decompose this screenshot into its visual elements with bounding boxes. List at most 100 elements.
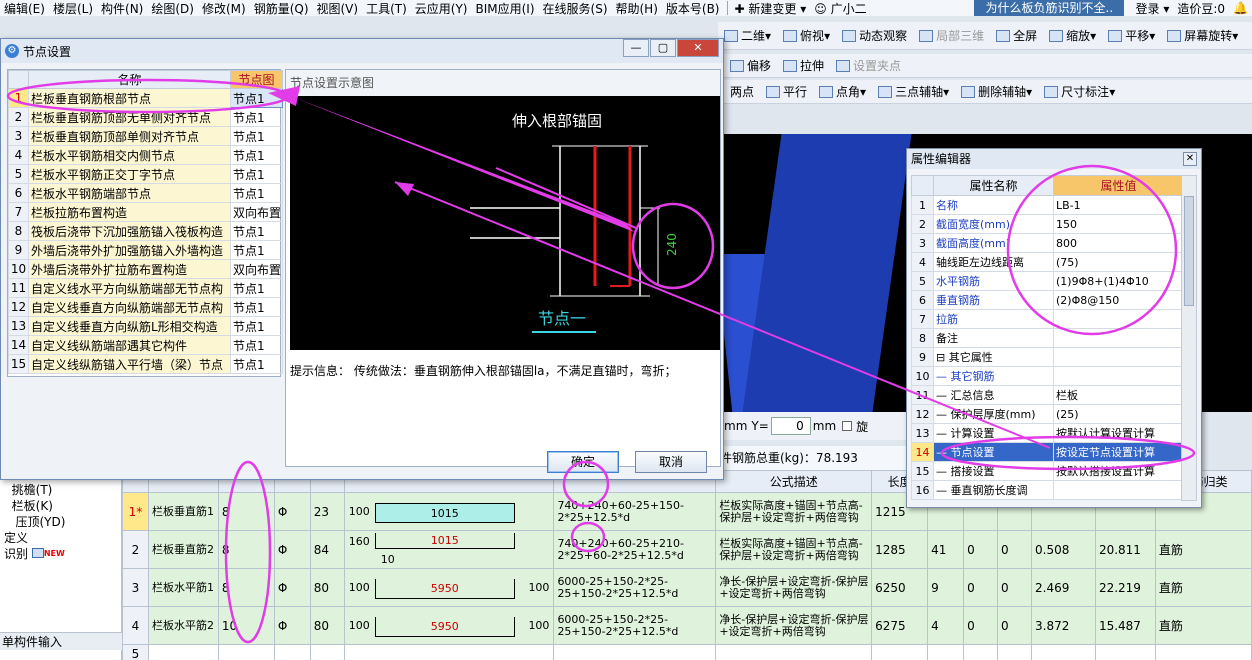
property-row[interactable]: 15— 搭接设置 按默认搭接设置计算 xyxy=(911,461,1184,481)
property-row-value[interactable]: LB-1 xyxy=(1053,195,1184,215)
node-row[interactable]: 8 筏板后浇带下沉加强筋锚入筏板构造 节点1 xyxy=(8,221,283,241)
grid-cell-grade[interactable]: Φ xyxy=(273,492,311,531)
property-row-value[interactable] xyxy=(1053,480,1184,500)
menu-rebar[interactable]: 钢筋量(Q) xyxy=(250,0,313,16)
grid-cell-category[interactable]: 直筋 xyxy=(1154,606,1252,645)
menu-help[interactable]: 帮助(H) xyxy=(612,0,662,16)
grid-cell-grade[interactable]: Φ xyxy=(273,606,311,645)
grid-cell-empty[interactable] xyxy=(927,644,965,660)
grid-cell-code[interactable]: 23 xyxy=(309,492,345,531)
node-row-value[interactable]: 节点1 xyxy=(230,335,283,355)
menu-tools[interactable]: 工具(T) xyxy=(362,0,411,16)
tree-item-eave[interactable]: 挑檐(T) xyxy=(0,482,121,498)
maximize-icon[interactable]: ▢ xyxy=(650,39,676,57)
menu-online[interactable]: 在线服务(S) xyxy=(539,0,612,16)
menu-modify[interactable]: 修改(M) xyxy=(198,0,250,16)
property-row-value[interactable]: 800 xyxy=(1053,233,1184,253)
grid-cell-empty[interactable] xyxy=(553,644,717,660)
property-row[interactable]: 1 名称 LB-1 xyxy=(911,195,1184,215)
question-box[interactable]: 为什么板负筋识别不全.. xyxy=(973,0,1124,16)
tool-2d[interactable]: 二维 ▾ xyxy=(718,27,777,44)
grid-cell-length[interactable]: 6275 xyxy=(871,606,929,645)
grid-cell-grade[interactable]: Φ xyxy=(273,530,311,569)
ok-button[interactable]: 确定 xyxy=(547,451,619,473)
menu-bim[interactable]: BIM应用(I) xyxy=(471,0,538,16)
menu-view[interactable]: 视图(V) xyxy=(313,0,363,16)
property-row-value[interactable] xyxy=(1053,328,1184,348)
grid-cell-empty[interactable] xyxy=(217,644,275,660)
bell-icon[interactable]: 🔔 xyxy=(1229,1,1252,15)
node-row[interactable]: 7 栏板拉筋布置构造 双向布置 xyxy=(8,202,283,222)
login-button[interactable]: 登录 ▾ xyxy=(1132,0,1174,16)
minimize-icon[interactable]: — xyxy=(623,39,649,57)
node-row[interactable]: 9 外墙后浇带外扩加强筋锚入外墙构造 节点1 xyxy=(8,240,283,260)
grid-cell-empty[interactable] xyxy=(1154,644,1252,660)
node-row[interactable]: 15 自定义线纵筋锚入平行墙（梁）节点 节点1 xyxy=(8,354,283,374)
grid-row-3[interactable]: 3 栏板水平筋1 8 Φ 80 100 5950 100 6000-25+150… xyxy=(122,568,1252,607)
node-row[interactable]: 10 外墙后浇带外扩拉筋布置构造 双向布置 xyxy=(8,259,283,279)
grid-cell-dia[interactable]: 8 xyxy=(217,492,275,531)
property-row[interactable]: 5 水平钢筋 (1)9Φ8+(1)4Φ10 xyxy=(911,271,1184,291)
grid-cell-name[interactable]: 栏板垂直筋1 xyxy=(147,492,219,531)
tool-grip[interactable]: 设置夹点 xyxy=(830,57,907,74)
tool-delete-axis[interactable]: 删除辅轴 ▾ xyxy=(955,83,1038,100)
tool-pan[interactable]: 平移 ▾ xyxy=(1102,27,1161,44)
property-row-value[interactable]: 按默认搭接设置计算 xyxy=(1053,461,1184,481)
property-row[interactable]: 4 轴线距左边线距离 (75) xyxy=(911,252,1184,272)
node-row-value[interactable]: 节点1 xyxy=(230,164,283,184)
grid-cell-empty[interactable] xyxy=(343,644,555,660)
cancel-button[interactable]: 取消 xyxy=(635,451,707,473)
property-row[interactable]: 6 垂直钢筋 (2)Φ8@150 xyxy=(911,290,1184,310)
node-row[interactable]: 11 自定义线水平方向纵筋端部无节点构 节点1 xyxy=(8,278,283,298)
node-row-value[interactable]: 节点1 xyxy=(230,316,283,336)
property-row[interactable]: 8 备注 xyxy=(911,328,1184,348)
grid-cell-dia[interactable]: 10 xyxy=(217,606,275,645)
grid-cell-empty[interactable] xyxy=(147,644,219,660)
menu-edit[interactable]: 编辑(E) xyxy=(0,0,49,16)
tool-fullscreen[interactable]: 全屏 xyxy=(990,27,1043,44)
grid-cell-c2[interactable]: 0 xyxy=(997,606,1032,645)
tool-top-view[interactable]: 俯视 ▾ xyxy=(777,27,836,44)
property-row[interactable]: 13— 计算设置 按默认计算设置计算 xyxy=(911,423,1184,443)
node-row[interactable]: 12 自定义线垂直方向纵筋端部无节点构 节点1 xyxy=(8,297,283,317)
tool-parallel[interactable]: 平行 xyxy=(760,83,813,100)
property-row-value[interactable] xyxy=(1053,347,1184,367)
grid-cell-empty[interactable] xyxy=(871,644,929,660)
grid-row-4[interactable]: 4 栏板水平筋2 10 Φ 80 100 5950 100 6000-25+15… xyxy=(122,606,1252,645)
property-row-value[interactable]: 按默认计算设置计算 xyxy=(1053,423,1184,443)
grid-cell-name[interactable]: 栏板水平筋2 xyxy=(147,606,219,645)
grid-cell-code[interactable]: 80 xyxy=(309,568,345,607)
grid-cell-length[interactable]: 1285 xyxy=(871,530,929,569)
scroll-thumb[interactable] xyxy=(1184,196,1194,306)
grid-cell-name[interactable]: 栏板水平筋1 xyxy=(147,568,219,607)
grid-cell-category[interactable]: 直筋 xyxy=(1154,568,1252,607)
rotate-checkbox[interactable] xyxy=(842,421,853,431)
property-scrollbar[interactable] xyxy=(1181,175,1197,501)
property-row-value[interactable] xyxy=(1053,366,1184,386)
grid-cell-empty[interactable] xyxy=(997,644,1032,660)
node-row-value[interactable]: 节点1 xyxy=(230,240,283,260)
grid-cell-formula[interactable]: 740+240+60-25+210-2*25+60-2*25+12.5*d xyxy=(553,530,717,569)
grid-cell-count[interactable]: 41 xyxy=(927,530,965,569)
node-row[interactable]: 13 自定义线垂直方向纵筋L形相交构造 节点1 xyxy=(8,316,283,336)
property-row-value[interactable] xyxy=(1053,309,1184,329)
node-row-value[interactable]: 节点1 xyxy=(230,145,283,165)
grid-cell-c1[interactable]: 0 xyxy=(963,606,999,645)
property-editor-titlebar[interactable]: 属性编辑器 ✕ xyxy=(907,149,1201,169)
node-row-value[interactable]: 节点1 xyxy=(230,107,283,127)
menu-floor[interactable]: 楼层(L) xyxy=(49,0,97,16)
property-row[interactable]: 12— 保护层厚度(mm) (25) xyxy=(911,404,1184,424)
grid-cell-c2[interactable]: 0 xyxy=(997,568,1032,607)
grid-cell-formula[interactable]: 6000-25+150-2*25-25+150-2*25+12.5*d xyxy=(553,568,717,607)
grid-cell-shape[interactable]: 100 1015 xyxy=(343,492,555,531)
grid-cell-c1[interactable]: 0 xyxy=(963,568,999,607)
tool-stretch[interactable]: 拉伸 xyxy=(777,57,830,74)
grid-cell-shape[interactable]: 100 5950 100 xyxy=(343,568,555,607)
tool-three-point-axis[interactable]: 三点辅轴 ▾ xyxy=(872,83,955,100)
property-row-value[interactable]: (2)Φ8@150 xyxy=(1053,290,1184,310)
node-row-value[interactable]: 节点1 xyxy=(230,183,283,203)
node-row[interactable]: 3 栏板垂直钢筋顶部单侧对齐节点 节点1 xyxy=(8,126,283,146)
node-row[interactable]: 6 栏板水平钢筋端部节点 节点1 xyxy=(8,183,283,203)
grid-cell-dia[interactable]: 8 xyxy=(217,568,275,607)
menu-draw[interactable]: 绘图(D) xyxy=(147,0,198,16)
